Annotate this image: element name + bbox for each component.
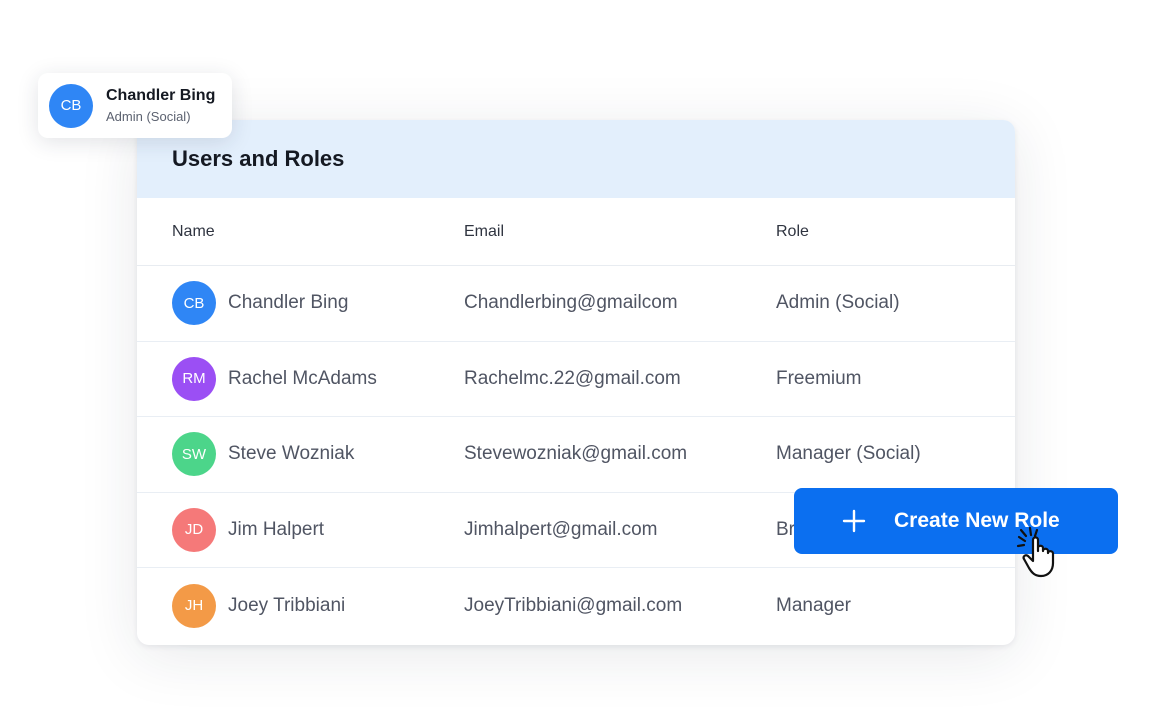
table-row[interactable]: CB Chandler Bing Chandlerbing@gmailcom A… bbox=[137, 266, 1015, 342]
user-role: Manager bbox=[776, 594, 851, 616]
user-name: Chandler Bing bbox=[228, 292, 349, 314]
pointer-hand-icon bbox=[1016, 527, 1055, 578]
current-user-name: Chandler Bing bbox=[106, 87, 216, 104]
user-email: Jimhalpert@gmail.com bbox=[464, 518, 658, 540]
user-email: Chandlerbing@gmailcom bbox=[464, 292, 678, 314]
page-title: Users and Roles bbox=[172, 146, 345, 171]
user-email: Stevewozniak@gmail.com bbox=[464, 443, 688, 465]
user-cell: RM Rachel McAdams bbox=[172, 356, 464, 401]
user-cell: SW Steve Wozniak bbox=[172, 432, 464, 477]
create-new-role-button[interactable]: Create New Role bbox=[794, 488, 1118, 554]
user-name: Joey Tribbiani bbox=[228, 594, 346, 616]
avatar: JD bbox=[172, 507, 216, 552]
table-row[interactable]: RM Rachel McAdams Rachelmc.22@gmail.com … bbox=[137, 342, 1015, 417]
current-user-info: Chandler Bing Admin (Social) bbox=[106, 87, 215, 124]
users-roles-card: Users and Roles Name Email Role CB Chand… bbox=[137, 120, 1015, 645]
user-name: Steve Wozniak bbox=[228, 443, 355, 465]
column-header-name: Name bbox=[172, 222, 215, 240]
avatar: RM bbox=[172, 356, 216, 401]
user-name: Jim Halpert bbox=[228, 518, 325, 540]
user-role: Freemium bbox=[776, 367, 862, 389]
user-cell: JH Joey Tribbiani bbox=[172, 583, 464, 628]
column-header-role: Role bbox=[776, 222, 809, 240]
table-row[interactable]: SW Steve Wozniak Stevewozniak@gmail.com … bbox=[137, 417, 1015, 493]
plus-icon bbox=[842, 509, 866, 533]
table-body: CB Chandler Bing Chandlerbing@gmailcom A… bbox=[137, 266, 1015, 644]
user-role: Manager (Social) bbox=[776, 443, 921, 465]
user-email: Rachelmc.22@gmail.com bbox=[464, 367, 681, 389]
card-header: Users and Roles bbox=[137, 120, 1015, 198]
table-header: Name Email Role bbox=[137, 198, 1015, 266]
avatar: CB bbox=[172, 281, 216, 326]
column-header-email: Email bbox=[464, 222, 505, 240]
stage: CB Chandler Bing Admin (Social) Users an… bbox=[0, 0, 1158, 716]
user-name: Rachel McAdams bbox=[228, 367, 377, 389]
user-email: JoeyTribbiani@gmail.com bbox=[464, 594, 683, 616]
table-row[interactable]: JH Joey Tribbiani JoeyTribbiani@gmail.co… bbox=[137, 568, 1015, 644]
avatar: SW bbox=[172, 432, 216, 477]
current-user-chip[interactable]: CB Chandler Bing Admin (Social) bbox=[38, 73, 232, 138]
avatar: JH bbox=[172, 583, 216, 628]
avatar: CB bbox=[49, 83, 93, 128]
user-role: Admin (Social) bbox=[776, 292, 900, 314]
current-user-role: Admin (Social) bbox=[106, 109, 191, 124]
user-cell: CB Chandler Bing bbox=[172, 281, 464, 326]
user-cell: JD Jim Halpert bbox=[172, 507, 464, 552]
